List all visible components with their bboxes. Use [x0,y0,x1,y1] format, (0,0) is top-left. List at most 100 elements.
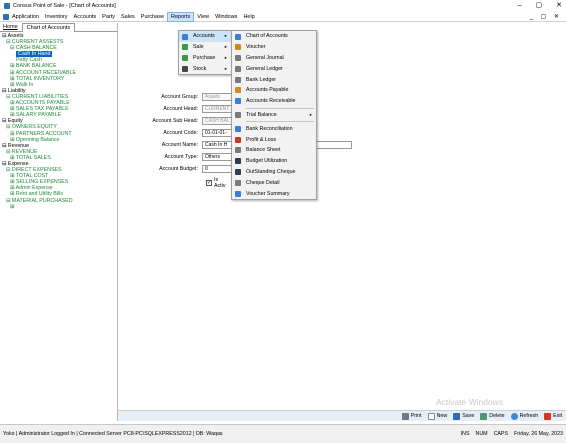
menu-item-label: Purchase [193,54,216,61]
trial-balance-icon [235,112,241,119]
tree-node-label: ⊟ Expense [2,160,29,167]
menu-party[interactable]: Party [99,12,118,22]
account-subhead-label: Account Sub Head: [152,118,198,124]
submenu-item-label: General Journal [246,54,284,61]
window-title: Consus Point of Sale - [Chart of Account… [13,3,116,9]
refresh-label: Refresh [519,413,539,419]
save-button[interactable]: Save [453,412,474,420]
tree-node-label: ⊟ Assets [2,33,24,39]
exit-icon [544,412,552,420]
submenu-item-label: Voucher Summary [246,190,290,197]
submenu-item-profit-loss[interactable]: Profit & Loss [232,134,316,145]
menu-accounts[interactable]: Accounts [71,12,100,22]
mdi-window-controls[interactable]: _ ▢ ✕ [530,12,562,22]
submenu-item-cheque-detail[interactable]: Cheque Detail [232,177,316,188]
tree-node-label: ⊟ CURRENT ASSESTS [6,39,64,46]
tree-node-label: ⊞ ACCOUNT RECEIVABLE [10,69,77,76]
accounts-icon [182,33,188,40]
is-active-checkbox[interactable]: ✓ Is Activ [206,177,225,189]
menu-help[interactable]: Help [240,12,257,22]
submenu-item-general-ledger[interactable]: General Ledger [232,63,316,74]
account-head-label: Account Head: [163,106,198,112]
submenu-item-label: Budget Utilization [246,158,288,165]
status-session-info: Yoko | Administrator Logged In | Connect… [3,431,223,437]
voucher-summary-icon [235,190,241,197]
delete-button[interactable]: Delete [480,412,505,420]
cheque-detail-icon [235,179,241,186]
menu-windows[interactable]: Windows [212,12,240,22]
left-tab-header: Home Chart of Accounts [0,22,117,32]
submenu-item-bank-ledger[interactable]: Bank Ledger [232,74,316,85]
activate-windows-watermark: Activate Windows [436,397,504,407]
submenu-item-general-journal[interactable]: General Journal [232,53,316,64]
row-account-type: Account Type: Others [122,153,238,161]
menu-inventory[interactable]: Inventory [42,12,71,22]
title-bar: Consus Point of Sale - [Chart of Account… [0,0,566,12]
checkbox-check-icon: ✓ [206,180,212,186]
tab-chart-of-accounts[interactable]: Chart of Accounts [21,22,76,32]
tree-node-label: ⊞ TOTAL COST [10,173,49,180]
submenu-item-budget-utilization[interactable]: Budget Utilization [232,156,316,167]
menu-separator [246,121,314,123]
submenu-item-label: Chart of Accounts [246,33,288,40]
reports-dropdown: Accounts ▸ Sale ▸ Purchase ▸ Stock ▸ [178,30,232,76]
exit-button[interactable]: Exit [544,412,562,420]
account-name-label: Account Name: [161,142,198,148]
accounts-submenu: Chart of Accounts Voucher General Journal G… [231,30,317,200]
submenu-item-label: Balance Sheet [246,147,281,154]
menu-application[interactable]: Application [9,12,42,22]
reports-menu-item-stock[interactable]: Stock ▸ [179,63,231,74]
print-button[interactable]: Print [401,412,422,420]
submenu-item-label: Cheque Detail [246,179,280,186]
reports-menu-item-sale[interactable]: Sale ▸ [179,42,231,53]
close-button[interactable]: ✕ [556,0,562,12]
row-account-group: Account Group: Assets [122,93,238,101]
accounts-payable-icon [235,87,241,94]
submenu-item-accounts-payable[interactable]: Accounts Payable [232,85,316,96]
exit-label: Exit [553,413,562,419]
refresh-button[interactable]: Refresh [510,412,539,420]
menu-view[interactable]: View [194,12,212,22]
submenu-item-label: Bank Ledger [246,76,277,83]
menu-reports[interactable]: Reports [167,11,195,22]
submenu-item-balance-sheet[interactable]: Balance Sheet [232,145,316,156]
menu-sales[interactable]: Sales [118,12,138,22]
submenu-arrow-icon: ▸ [224,33,227,39]
reports-menu-item-purchase[interactable]: Purchase ▸ [179,53,231,64]
general-ledger-icon [235,65,241,72]
tree-node-label: ⊞ Admin Expense [10,185,53,192]
submenu-item-label: OutStanding Cheque [246,168,296,175]
submenu-item-accounts-receivable[interactable]: Accounts Receivable [232,96,316,107]
menu-purchase[interactable]: Purchase [138,12,167,22]
status-ins: INS [460,431,470,437]
reports-menu-item-accounts[interactable]: Accounts ▸ [179,31,231,42]
submenu-item-voucher[interactable]: Voucher [232,42,316,53]
app-icon [4,3,10,9]
account-group-label: Account Group: [161,94,198,100]
printer-icon [401,412,409,420]
submenu-item-label: Trial Balance [246,111,277,118]
submenu-item-chart-of-accounts[interactable]: Chart of Accounts [232,31,316,42]
maximize-button[interactable]: ▢ [536,0,543,12]
submenu-item-bank-reconciliation[interactable]: Bank Reconciliation [232,123,316,134]
submenu-item-voucher-summary[interactable]: Voucher Summary [232,188,316,199]
general-journal-icon [235,55,241,62]
left-panel: Home Chart of Accounts ⊟ Assets ⊟ CURRENT… [0,22,118,421]
tree-node-label: Cash In Hand [16,51,53,58]
accounts-tree: ⊟ Assets ⊟ CURRENT ASSESTS ⊟ CASH BALANCE C… [0,32,117,210]
tree-node-label: ⊟ Liability [2,87,26,94]
new-button[interactable]: New [427,412,447,420]
tree-node[interactable]: ⊞ [2,204,117,210]
tab-home[interactable]: Home [3,24,18,30]
tree-node-label: ⊟ DIRECT EXPENSES [6,167,62,174]
status-date: Friday, 26 May, 2023 [514,431,563,437]
account-type-label: Account Type: [164,154,198,160]
tree-node-label: ⊞ PARTNERS ACCOUNT [10,130,72,137]
tree-node-label: ⊟ Equity [2,118,23,125]
submenu-item-trial-balance[interactable]: Trial Balance ▸ [232,110,316,121]
submenu-item-outstanding-cheque[interactable]: OutStanding Cheque [232,167,316,178]
minimize-button[interactable]: – [518,0,522,12]
submenu-item-label: Profit & Loss [246,136,277,143]
menu-item-label: Sale [193,44,204,51]
status-caps: CAPS [493,431,509,437]
